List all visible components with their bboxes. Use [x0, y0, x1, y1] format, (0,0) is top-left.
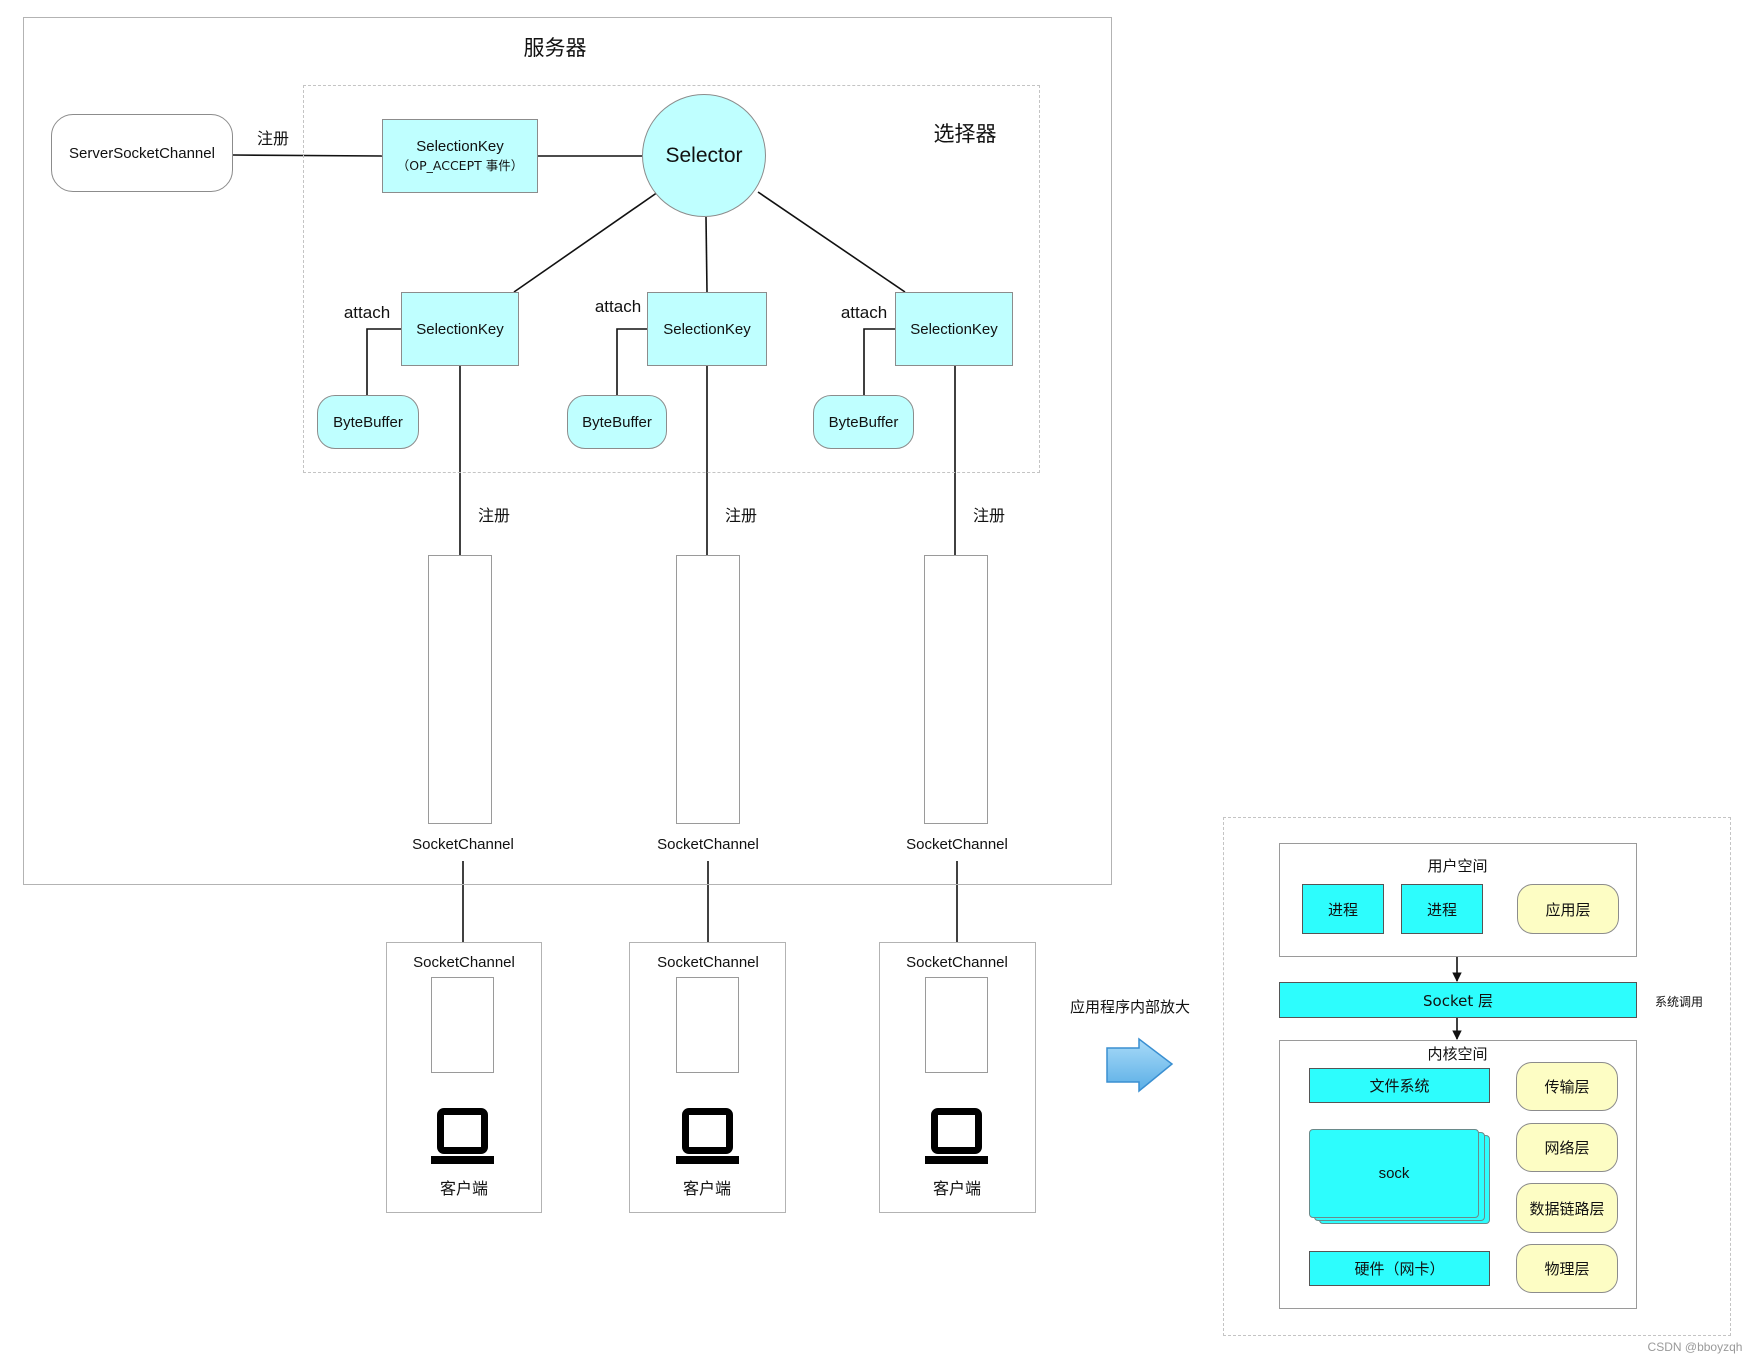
client-label-3: 客户端 — [932, 1179, 981, 1198]
client-channel-label-1: SocketChannel — [413, 953, 515, 971]
accept-key-event: （OP_ACCEPT 事件） — [396, 158, 524, 173]
accept-key-label: SelectionKey — [416, 138, 504, 155]
selection-key-2: SelectionKey — [647, 292, 767, 366]
computer-icon — [676, 1108, 739, 1164]
server-socket-channel: ServerSocketChannel — [51, 114, 233, 192]
register-label-1: 注册 — [477, 506, 510, 525]
computer-icon — [431, 1108, 494, 1164]
client-channel-label-2: SocketChannel — [657, 953, 759, 971]
syscall-label: 系统调用 — [1654, 994, 1703, 1009]
kernel-space-title: 内核空间 — [1427, 1044, 1488, 1063]
selection-key-1: SelectionKey — [401, 292, 519, 366]
server-title: 服务器 — [523, 36, 587, 60]
selector-node: Selector — [642, 94, 766, 217]
attach-label-2: attach — [594, 297, 642, 316]
physical-layer: 物理层 — [1516, 1244, 1618, 1293]
attach-label-3: attach — [840, 303, 888, 322]
socket-channel-label-3: SocketChannel — [906, 835, 1008, 853]
user-space-title: 用户空间 — [1427, 856, 1488, 875]
byte-buffer-1: ByteBuffer — [317, 395, 419, 449]
register-label-server: 注册 — [256, 129, 289, 148]
process-box-2: 进程 — [1401, 884, 1483, 934]
client-channel-buffer-3 — [925, 977, 988, 1073]
hardware-box: 硬件（网卡） — [1309, 1251, 1490, 1286]
register-label-2: 注册 — [724, 506, 757, 525]
sock-box: sock — [1309, 1129, 1479, 1218]
data-link-layer: 数据链路层 — [1516, 1183, 1618, 1233]
socket-layer: Socket 层 — [1279, 982, 1637, 1018]
selection-key-3: SelectionKey — [895, 292, 1013, 366]
byte-buffer-3: ByteBuffer — [813, 395, 914, 449]
selector-group-title: 选择器 — [933, 122, 997, 146]
network-layer: 网络层 — [1516, 1123, 1618, 1172]
attach-label-1: attach — [343, 303, 391, 322]
socket-channel-buffer-1 — [428, 555, 492, 824]
byte-buffer-2: ByteBuffer — [567, 395, 667, 449]
client-channel-label-3: SocketChannel — [906, 953, 1008, 971]
socket-channel-label-1: SocketChannel — [412, 835, 514, 853]
socket-channel-buffer-3 — [924, 555, 988, 824]
client-label-2: 客户端 — [682, 1179, 731, 1198]
transport-layer: 传输层 — [1516, 1062, 1618, 1111]
arrow-right-icon — [1106, 1037, 1174, 1093]
socket-channel-buffer-2 — [676, 555, 740, 824]
socket-channel-label-2: SocketChannel — [657, 835, 759, 853]
watermark: CSDN @bboyzqh — [1647, 1340, 1743, 1354]
client-channel-buffer-2 — [676, 977, 739, 1073]
register-label-3: 注册 — [972, 506, 1005, 525]
client-channel-buffer-1 — [431, 977, 494, 1073]
client-label-1: 客户端 — [439, 1179, 488, 1198]
filesystem-box: 文件系统 — [1309, 1068, 1490, 1103]
application-layer: 应用层 — [1517, 884, 1619, 934]
process-box-1: 进程 — [1302, 884, 1384, 934]
computer-icon — [925, 1108, 988, 1164]
accept-selection-key: SelectionKey （OP_ACCEPT 事件） — [382, 119, 538, 193]
zoom-annotation-label: 应用程序内部放大 — [1069, 997, 1190, 1016]
